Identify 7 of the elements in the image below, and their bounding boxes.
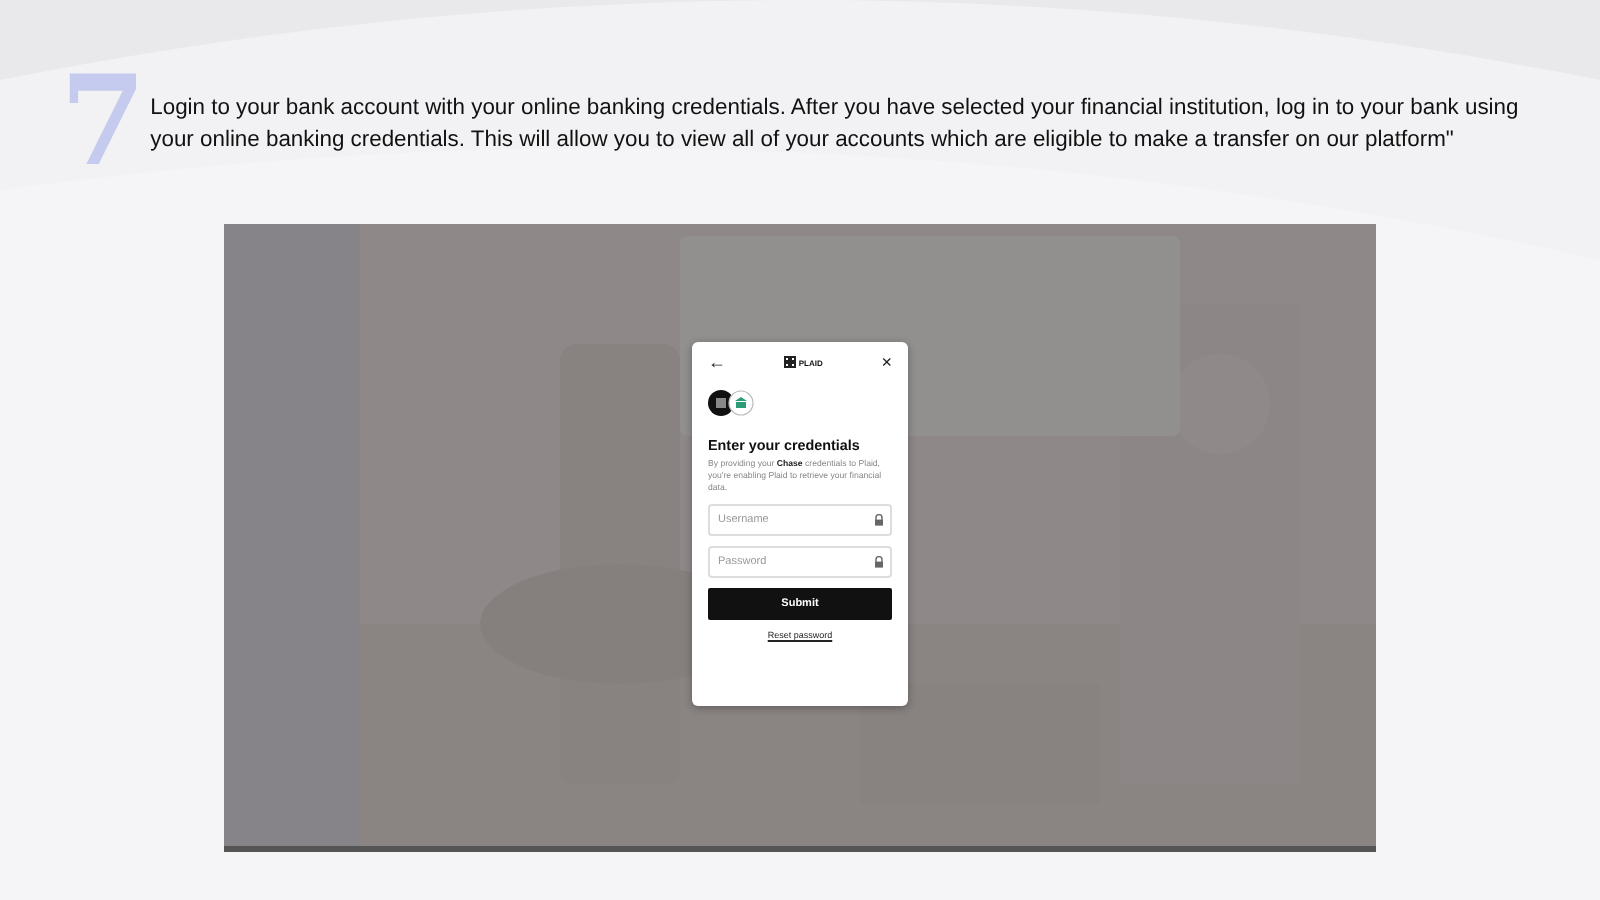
back-button[interactable]: ← <box>708 352 726 372</box>
connection-icon <box>708 390 756 416</box>
grid-logo-icon <box>784 356 797 368</box>
lock-icon <box>874 556 884 568</box>
lock-icon <box>874 514 884 526</box>
close-button[interactable]: × <box>881 352 892 372</box>
step-instructions: Login to your bank account with your online banking credentials. After you have selected your financial institution, log in to your bank using your online banking credentials. This will allow you to view all of your accounts which are eligible to make a transfer on our platform" <box>150 94 1521 156</box>
